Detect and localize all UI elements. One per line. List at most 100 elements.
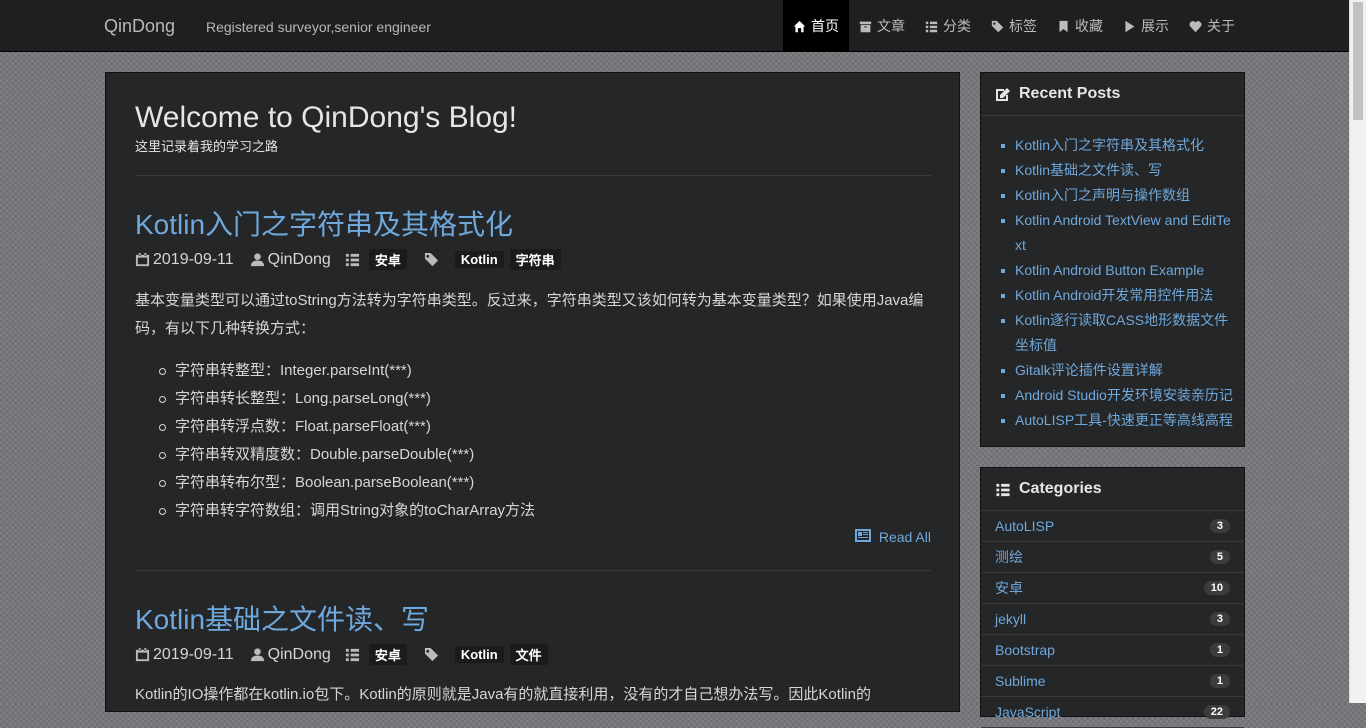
category-name: 安卓: [995, 580, 1023, 596]
home-icon: [793, 20, 806, 33]
category-tag[interactable]: 安卓: [368, 644, 407, 665]
list-item: 字符串转整型：Integer.parseInt(***): [135, 357, 931, 385]
recent-posts-list: Kotlin入门之字符串及其格式化 Kotlin基础之文件读、写 Kotlin入…: [981, 116, 1244, 433]
recent-posts-panel: Recent Posts Kotlin入门之字符串及其格式化 Kotlin基础之…: [980, 72, 1245, 447]
category-name: 测绘: [995, 549, 1023, 565]
post-tag[interactable]: Kotlin: [454, 646, 504, 663]
archive-icon: [859, 20, 872, 33]
nav-item-tags[interactable]: 标签: [981, 0, 1047, 52]
recent-post-link[interactable]: AutoLISP工具-快速更正等高线高程: [1001, 408, 1234, 433]
panel-title: Recent Posts: [1019, 85, 1121, 102]
post-author[interactable]: QinDong: [268, 251, 331, 269]
tags-icon: [423, 647, 443, 662]
recent-post-link[interactable]: Kotlin Android Button Example: [1001, 258, 1234, 283]
page-title: Welcome to QinDong's Blog!: [135, 101, 518, 134]
user-icon: [250, 252, 268, 267]
count-badge: 22: [1203, 705, 1230, 719]
recent-post-link[interactable]: Kotlin逐行读取CASS地形数据文件坐标值: [1001, 308, 1234, 358]
recent-post-link[interactable]: Android Studio开发环境安装亲历记: [1001, 383, 1234, 408]
post-bullet-list: 字符串转整型：Integer.parseInt(***) 字符串转长整型：Lon…: [135, 357, 931, 525]
nav-item-home[interactable]: 首页: [783, 0, 849, 52]
page-scrollbar[interactable]: [1349, 0, 1366, 703]
list-item: 字符串转浮点数：Float.parseFloat(***): [135, 413, 931, 441]
bookmark-icon: [1057, 20, 1070, 33]
count-badge: 3: [1209, 519, 1230, 533]
list-item: 字符串转布尔型：Boolean.parseBoolean(***): [135, 469, 931, 497]
list-icon: [995, 482, 1019, 497]
recent-post-link[interactable]: Kotlin基础之文件读、写: [1001, 158, 1234, 183]
panel-title: Categories: [1019, 480, 1102, 497]
calendar-icon: [135, 647, 153, 662]
category-name: Sublime: [995, 673, 1046, 689]
user-icon: [250, 647, 268, 662]
category-tag[interactable]: 安卓: [368, 249, 407, 270]
post-excerpt: Kotlin的IO操作都在kotlin.io包下。Kotlin的原则就是Java…: [135, 686, 871, 703]
nav-item-categories[interactable]: 分类: [915, 0, 981, 52]
divider: [135, 570, 931, 571]
list-item: 字符串转长整型：Long.parseLong(***): [135, 385, 931, 413]
page-subtitle: 这里记录着我的学习之路: [135, 139, 279, 154]
panel-heading: Categories: [981, 468, 1244, 511]
category-row[interactable]: jekyll 3: [981, 604, 1244, 635]
category-name: AutoLISP: [995, 518, 1055, 534]
nav-item-about[interactable]: 关于: [1179, 0, 1245, 52]
count-badge: 10: [1203, 581, 1230, 595]
read-all-link[interactable]: Read All: [854, 529, 931, 545]
count-badge: 3: [1209, 612, 1230, 626]
category-row[interactable]: 测绘 5: [981, 542, 1244, 573]
list-icon: [345, 252, 363, 267]
category-row[interactable]: JavaScript 22: [981, 697, 1244, 728]
post-title-link[interactable]: Kotlin入门之字符串及其格式化: [135, 203, 513, 243]
count-badge: 1: [1209, 643, 1230, 657]
list-item: 字符串转双精度数：Double.parseDouble(***): [135, 441, 931, 469]
site-brand[interactable]: QinDong: [104, 16, 175, 37]
category-name: Bootstrap: [995, 642, 1055, 658]
tags-icon: [423, 252, 443, 267]
nav-label: 展示: [1141, 18, 1169, 34]
category-name: jekyll: [995, 611, 1027, 627]
post-tag[interactable]: Kotlin: [454, 251, 504, 268]
tags-icon: [991, 20, 1004, 33]
top-navbar: QinDong Registered surveyor,senior engin…: [0, 0, 1349, 52]
recent-post-link[interactable]: Kotlin入门之字符串及其格式化: [1001, 133, 1234, 158]
divider: [135, 175, 931, 176]
category-row[interactable]: Bootstrap 1: [981, 635, 1244, 666]
post-title-link[interactable]: Kotlin基础之文件读、写: [135, 598, 429, 638]
post-author[interactable]: QinDong: [268, 646, 331, 664]
list-icon: [925, 20, 938, 33]
nav-label: 标签: [1009, 18, 1037, 34]
panel-heading: Recent Posts: [981, 73, 1244, 116]
recent-post-link[interactable]: Kotlin入门之声明与操作数组: [1001, 183, 1234, 208]
post-date: 2019-09-11: [153, 645, 234, 663]
post-tag[interactable]: 字符串: [509, 249, 561, 270]
category-row[interactable]: 安卓 10: [981, 573, 1244, 604]
recent-post-link[interactable]: Gitalk评论插件设置详解: [1001, 358, 1234, 383]
recent-post-link[interactable]: Kotlin Android开发常用控件用法: [1001, 283, 1234, 308]
nav-label: 关于: [1207, 18, 1235, 34]
recent-post-link[interactable]: Kotlin Android TextView and EditText: [1001, 208, 1234, 258]
nav-label: 文章: [877, 18, 905, 34]
main-content: Welcome to QinDong's Blog! 这里记录着我的学习之路 K…: [105, 72, 960, 712]
category-row[interactable]: Sublime 1: [981, 666, 1244, 697]
post-date: 2019-09-11: [153, 250, 234, 268]
post-meta: 2019-09-11 QinDong 安卓 Kotlin 字符串: [135, 249, 561, 270]
nav-item-showcase[interactable]: 展示: [1113, 0, 1179, 52]
count-badge: 5: [1209, 550, 1230, 564]
calendar-icon: [135, 252, 153, 267]
post-excerpt: 基本变量类型可以通过toString方法转为字符串类型。反过来，字符串类型又该如…: [135, 292, 924, 337]
read-all-label: Read All: [878, 529, 931, 545]
list-item: 字符串转字符数组：调用String对象的toCharArray方法: [135, 497, 931, 525]
newspaper-icon: [854, 529, 879, 545]
category-name: JavaScript: [995, 704, 1061, 720]
post-meta: 2019-09-11 QinDong 安卓 Kotlin 文件: [135, 644, 548, 665]
heart-icon: [1189, 20, 1202, 33]
site-tagline: Registered surveyor,senior engineer: [206, 19, 431, 35]
category-row[interactable]: AutoLISP 3: [981, 511, 1244, 542]
scrollbar-thumb[interactable]: [1353, 2, 1363, 120]
nav-item-articles[interactable]: 文章: [849, 0, 915, 52]
nav-item-favorites[interactable]: 收藏: [1047, 0, 1113, 52]
categories-panel: Categories AutoLISP 3 测绘 5 安卓 10 jekyll …: [980, 467, 1245, 728]
nav-label: 分类: [943, 18, 971, 34]
post-tag[interactable]: 文件: [509, 644, 548, 665]
edit-icon: [995, 87, 1019, 102]
